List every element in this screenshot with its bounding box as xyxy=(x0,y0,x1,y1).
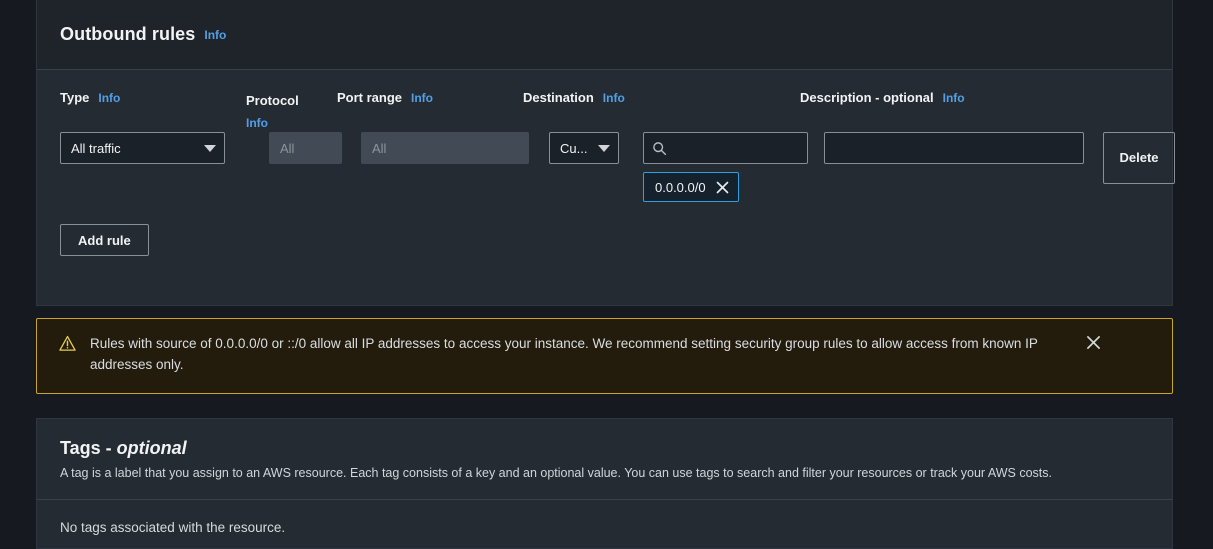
info-link-type[interactable]: Info xyxy=(98,91,120,105)
outbound-rules-card: Outbound rules Info Type Info Protocol In… xyxy=(36,0,1175,306)
description-input[interactable] xyxy=(824,132,1084,164)
tags-header: Tags - optional A tag is a label that yo… xyxy=(37,419,1172,500)
close-icon[interactable] xyxy=(716,181,729,194)
destination-token-label: 0.0.0.0/0 xyxy=(655,179,706,195)
search-icon xyxy=(653,141,667,155)
rules-column-headers: Type Info Protocol Info Port range Info De… xyxy=(60,70,1149,132)
destination-type-select-value: Cu... xyxy=(560,140,588,156)
info-link-destination[interactable]: Info xyxy=(603,91,625,105)
column-header-type: Type Info xyxy=(60,90,120,105)
tags-card: Tags - optional A tag is a label that yo… xyxy=(36,418,1173,549)
column-header-description: Description - optional Info xyxy=(800,90,965,105)
column-header-port-range-label: Port range xyxy=(337,90,403,105)
type-select[interactable]: All traffic xyxy=(60,132,225,164)
port-range-input: All xyxy=(361,132,529,164)
type-select-value: All traffic xyxy=(71,140,121,156)
port-range-input-placeholder: All xyxy=(372,140,387,156)
warning-alert-message: Rules with source of 0.0.0.0/0 or ::/0 a… xyxy=(90,336,1038,372)
protocol-input-placeholder: All xyxy=(280,140,295,156)
destination-type-select[interactable]: Cu... xyxy=(549,132,619,164)
info-link-protocol[interactable]: Info xyxy=(246,116,268,130)
tags-description: A tag is a label that you assign to an A… xyxy=(60,466,1052,480)
info-link-description[interactable]: Info xyxy=(943,91,965,105)
tags-title-main: Tags - xyxy=(60,438,117,458)
rule-row: All traffic All All Cu... 0.0.0.0/0 Dele… xyxy=(60,132,1175,210)
destination-search-input[interactable] xyxy=(674,139,799,157)
column-header-description-label: Description - optional xyxy=(800,90,934,105)
column-header-port-range: Port range Info xyxy=(337,90,433,105)
tags-title: Tags - optional xyxy=(60,438,1149,459)
warning-alert: Rules with source of 0.0.0.0/0 or ::/0 a… xyxy=(36,318,1173,394)
add-rule-button[interactable]: Add rule xyxy=(60,224,149,256)
type-select-wrapper: All traffic xyxy=(60,132,225,164)
destination-search-box[interactable] xyxy=(643,132,808,164)
destination-value-wrapper: 0.0.0.0/0 xyxy=(643,132,808,202)
warning-triangle-icon xyxy=(59,335,76,351)
column-header-protocol-label: Protocol xyxy=(246,93,299,108)
chevron-down-icon xyxy=(598,144,610,152)
chevron-down-icon xyxy=(204,144,216,152)
delete-rule-button[interactable]: Delete xyxy=(1103,132,1175,184)
outbound-rules-header: Outbound rules Info xyxy=(37,0,1172,70)
column-header-destination: Destination Info xyxy=(523,90,625,105)
delete-button-wrapper: Delete xyxy=(1103,132,1175,184)
tags-title-optional: optional xyxy=(116,438,187,458)
column-header-protocol: Protocol Info xyxy=(246,90,306,134)
add-rule-wrapper: Add rule xyxy=(60,210,1149,256)
page-root: Outbound rules Info Type Info Protocol In… xyxy=(0,0,1213,549)
protocol-input: All xyxy=(269,132,342,164)
info-link-outbound-rules[interactable]: Info xyxy=(204,28,226,42)
port-range-field-wrapper: All xyxy=(361,132,529,164)
info-link-port-range[interactable]: Info xyxy=(411,91,433,105)
protocol-field-wrapper: All xyxy=(269,132,342,164)
outbound-rules-body: Type Info Protocol Info Port range Info De… xyxy=(37,70,1175,256)
tags-empty-message: No tags associated with the resource. xyxy=(60,520,286,535)
page-title: Outbound rules xyxy=(60,24,196,44)
column-header-type-label: Type xyxy=(60,90,90,105)
column-header-destination-label: Destination xyxy=(523,90,594,105)
description-field-wrapper xyxy=(824,132,1084,164)
close-icon[interactable] xyxy=(1086,335,1101,350)
destination-type-select-wrapper: Cu... xyxy=(549,132,619,164)
destination-token: 0.0.0.0/0 xyxy=(643,172,739,202)
